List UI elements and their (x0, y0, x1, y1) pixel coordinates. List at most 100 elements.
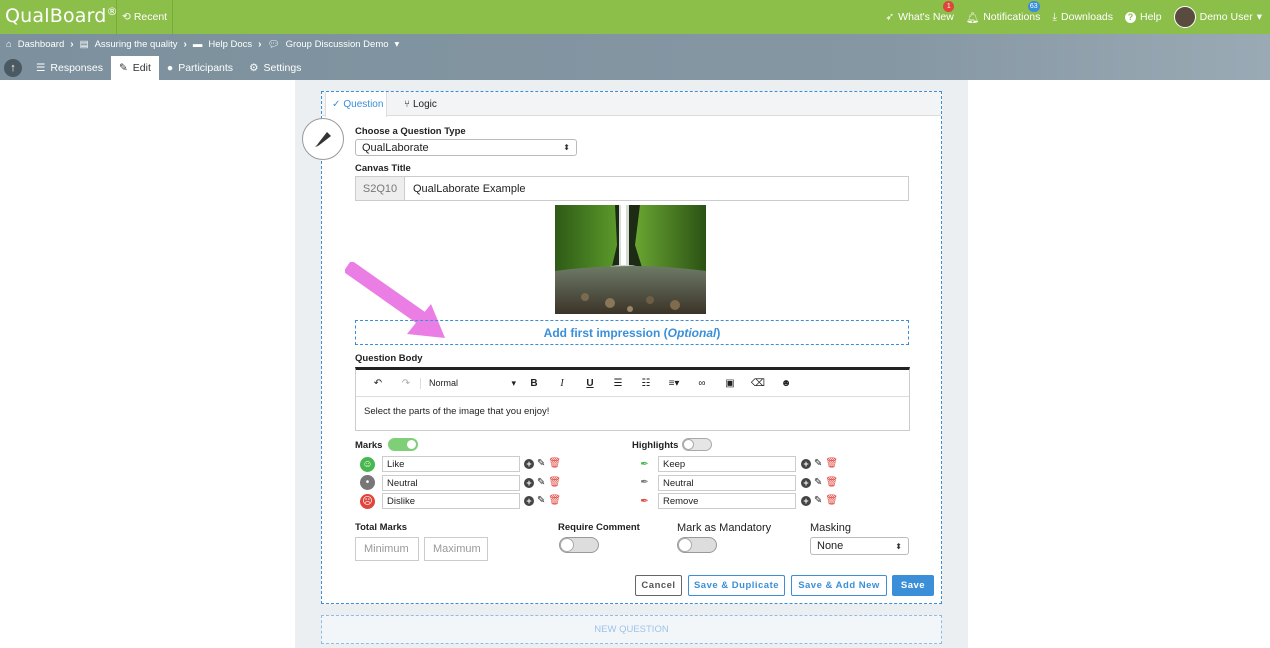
top-navbar: QualBoard® ⟲ Recent ➶ What's New 1 🔔︎ No… (0, 0, 1270, 34)
mark-input-like[interactable]: Like (382, 456, 520, 472)
pencil-icon[interactable]: ✎ (814, 495, 822, 506)
add-icon[interactable]: + (524, 458, 534, 469)
highlight-input-keep[interactable]: Keep (658, 456, 796, 472)
neutral-face-icon: • (360, 475, 375, 490)
question-body-text[interactable]: Select the parts of the image that you e… (356, 397, 909, 426)
undo-icon[interactable]: ↶ (364, 378, 392, 389)
italic-icon[interactable]: I (548, 378, 576, 389)
mandatory-toggle[interactable] (677, 537, 717, 553)
masking-select[interactable]: None ⬍ (810, 537, 909, 555)
emoji-icon[interactable]: ☻ (772, 378, 800, 389)
tab-responses[interactable]: ☰ Responses (28, 56, 111, 80)
maximum-input[interactable]: Maximum (424, 537, 488, 561)
tab-settings[interactable]: ⚙ Settings (241, 56, 309, 80)
pencil-icon[interactable]: ✎ (537, 477, 545, 488)
marks-toggle[interactable] (388, 438, 418, 451)
question-type-select[interactable]: QualLaborate ⬍ (355, 139, 577, 156)
trash-icon[interactable]: 🗑︎ (825, 458, 838, 469)
redo-icon[interactable]: ↷ (392, 378, 420, 389)
impression-suffix: ) (716, 325, 721, 340)
link-icon[interactable]: ∞ (688, 378, 716, 389)
trash-icon[interactable]: 🗑︎ (825, 477, 838, 488)
highlight-input-neutral[interactable]: Neutral (658, 475, 796, 491)
notifications-badge: 63 (1027, 0, 1040, 12)
home-icon: ⌂ (6, 39, 12, 50)
chevron-right-icon: › (258, 39, 262, 50)
user-name: Demo User (1199, 11, 1253, 23)
qualboard-logo[interactable]: QualBoard® (5, 5, 118, 27)
notifications-label: Notifications (983, 11, 1041, 23)
ordered-list-icon[interactable]: ☰ (604, 378, 632, 389)
trash-icon[interactable]: 🗑︎ (548, 477, 561, 488)
breadcrumb-dashboard[interactable]: Dashboard (18, 39, 64, 50)
tab-participants[interactable]: ● Participants (159, 56, 241, 80)
align-icon[interactable]: ≡▾ (660, 378, 688, 389)
eraser-icon[interactable]: ⌫ (744, 378, 772, 389)
trash-icon[interactable]: 🗑︎ (548, 458, 561, 469)
editor-toolbar: ↶ ↷ Normal ▾ B I U ☰ ☷ ≡▾ ∞ ▣ ⌫ ☻ (356, 370, 909, 397)
pencil-icon[interactable]: ✎ (814, 458, 822, 469)
top-right-menu: ➶ What's New 1 🔔︎ Notifications 63 ⤓ Dow… (885, 0, 1262, 34)
breadcrumb-project[interactable]: Assuring the quality (95, 39, 178, 50)
highlight-actions: + ✎ 🗑︎ (801, 477, 838, 488)
back-arrow-icon[interactable]: ↑ (4, 59, 22, 77)
mark-input-neutral[interactable]: Neutral (382, 475, 520, 491)
question-code: S2Q10 (356, 177, 405, 200)
recent-button[interactable]: ⟲ Recent (116, 0, 174, 34)
highlighter-green-icon: ✒ (640, 459, 649, 470)
breadcrumb-folder[interactable]: Help Docs (208, 39, 252, 50)
highlights-toggle[interactable] (682, 438, 712, 451)
format-select[interactable]: Normal ▾ (420, 377, 520, 389)
highlighter-red-icon: ✒ (640, 496, 649, 507)
image-icon[interactable]: ▣ (716, 378, 744, 389)
tab-logic[interactable]: ⑂ Logic (404, 92, 437, 116)
cancel-button[interactable]: Cancel (635, 575, 682, 596)
pencil-icon[interactable]: ✎ (537, 495, 545, 506)
highlights-label: Highlights (632, 440, 679, 451)
help-button[interactable]: ? Help (1125, 11, 1162, 23)
tab-responses-label: Responses (50, 62, 103, 74)
mark-actions: + ✎ 🗑︎ (524, 458, 561, 469)
new-question-button[interactable]: NEW QUESTION (321, 615, 942, 644)
bold-icon[interactable]: B (520, 378, 548, 389)
add-icon[interactable]: + (801, 458, 811, 469)
minimum-input[interactable]: Minimum (355, 537, 419, 561)
add-icon[interactable]: + (524, 495, 534, 506)
breadcrumb-discussion[interactable]: Group Discussion Demo (286, 39, 389, 50)
pencil-icon[interactable]: ✎ (537, 458, 545, 469)
tab-question-label: Question (343, 99, 384, 110)
bell-icon: 🔔︎ (965, 11, 980, 24)
trash-icon[interactable]: 🗑︎ (548, 495, 561, 506)
notifications-button[interactable]: 🔔︎ Notifications 63 (965, 0, 1041, 24)
highlight-input-remove[interactable]: Remove (658, 493, 796, 509)
tab-question[interactable]: ✓ Question (325, 92, 387, 117)
canvas-title-field: S2Q10 QualLaborate Example (355, 176, 909, 201)
add-first-impression-button[interactable]: Add first impression (Optional) (355, 320, 909, 345)
canvas-title-label: Canvas Title (355, 163, 411, 174)
trash-icon[interactable]: 🗑︎ (825, 495, 838, 506)
pencil-icon[interactable]: ✎ (814, 477, 822, 488)
user-menu[interactable]: Demo User ▾ (1173, 6, 1262, 28)
canvas-title-input[interactable]: QualLaborate Example (405, 177, 526, 200)
marker-icon (302, 118, 344, 160)
save-duplicate-button[interactable]: Save & Duplicate (688, 575, 785, 596)
mark-input-dislike[interactable]: Dislike (382, 493, 520, 509)
add-icon[interactable]: + (801, 495, 811, 506)
tab-settings-label: Settings (263, 62, 302, 74)
bullet-list-icon[interactable]: ☷ (632, 378, 660, 389)
add-icon[interactable]: + (801, 477, 811, 488)
tab-edit[interactable]: ✎ Edit (110, 56, 159, 80)
highlighter-gray-icon: ✒ (640, 477, 649, 488)
whats-new-button[interactable]: ➶ What's New 1 (885, 1, 955, 23)
require-comment-toggle[interactable] (559, 537, 599, 553)
edit-icon: ✎ (118, 62, 128, 74)
downloads-button[interactable]: ⤓ Downloads (1052, 11, 1113, 24)
add-icon[interactable]: + (524, 477, 534, 488)
recent-label: Recent (133, 11, 168, 23)
underline-icon[interactable]: U (576, 378, 604, 389)
save-add-new-button[interactable]: Save & Add New (791, 575, 887, 596)
require-comment-label: Require Comment (558, 522, 640, 533)
save-button[interactable]: Save (892, 575, 934, 596)
highlight-actions: + ✎ 🗑︎ (801, 495, 838, 506)
smile-icon: ☺ (360, 457, 375, 472)
